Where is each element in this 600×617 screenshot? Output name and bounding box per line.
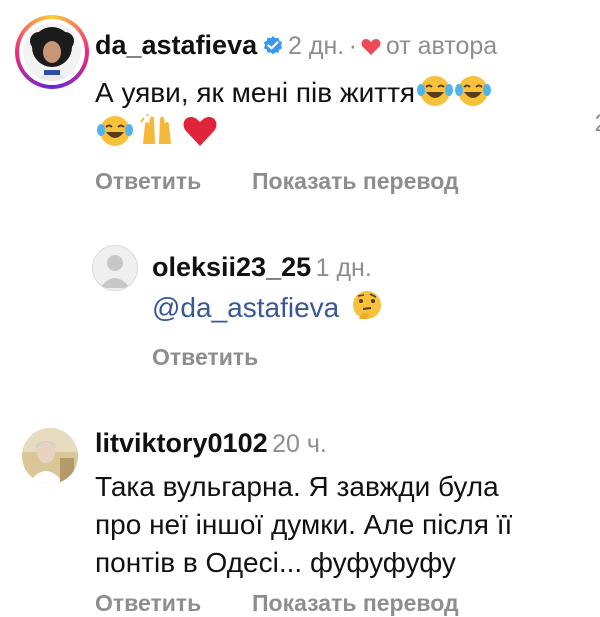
- reply-button[interactable]: Ответить: [152, 344, 258, 371]
- raising-hands-emoji-icon: [139, 113, 175, 153]
- emoji-line: [95, 113, 218, 153]
- comment-username[interactable]: litviktory0102: [95, 428, 268, 458]
- tears-of-joy-emoji-icon: [455, 74, 492, 118]
- separator: ·: [348, 32, 357, 60]
- avatar[interactable]: [23, 23, 81, 81]
- red-heart-emoji-icon: [182, 114, 218, 153]
- comment-text-line: про неї іншої думки. Але після її: [95, 509, 513, 540]
- comment-time: 2 дн.: [288, 32, 345, 60]
- thinking-face-emoji-icon: [349, 289, 385, 333]
- comment-username[interactable]: oleksii23_25: [152, 252, 311, 282]
- tears-of-joy-emoji-icon: [417, 74, 454, 118]
- reply-button[interactable]: Ответить: [95, 168, 201, 195]
- comment-text: А уяви, як мені пів життя: [95, 74, 492, 118]
- side-like-count: 2: [595, 110, 600, 138]
- comment-time: 20 ч.: [272, 430, 327, 458]
- comment-time: 1 дн.: [315, 254, 372, 282]
- reply-button[interactable]: Ответить: [95, 590, 201, 617]
- verified-badge-icon: [262, 35, 284, 62]
- avatar[interactable]: [22, 428, 78, 484]
- comment-text-line: Така вульгарна. Я завжди була: [95, 471, 499, 502]
- comment-text: @da_astafieva: [152, 289, 385, 333]
- show-translation-button[interactable]: Показать перевод: [252, 590, 459, 617]
- mention-link[interactable]: @da_astafieva: [152, 292, 339, 323]
- comment-username[interactable]: da_astafieva: [95, 30, 257, 60]
- story-ring[interactable]: [15, 15, 89, 89]
- heart-icon: [361, 38, 381, 61]
- comment-text-line: А уяви, як мені пів життя: [95, 77, 416, 108]
- show-translation-button[interactable]: Показать перевод: [252, 168, 459, 195]
- comment-text-line: понтів в Одесі... фуфуфуфу: [95, 547, 456, 578]
- avatar[interactable]: [92, 245, 138, 291]
- author-like-label: от автора: [385, 32, 498, 60]
- tears-of-joy-emoji-icon: [97, 114, 133, 153]
